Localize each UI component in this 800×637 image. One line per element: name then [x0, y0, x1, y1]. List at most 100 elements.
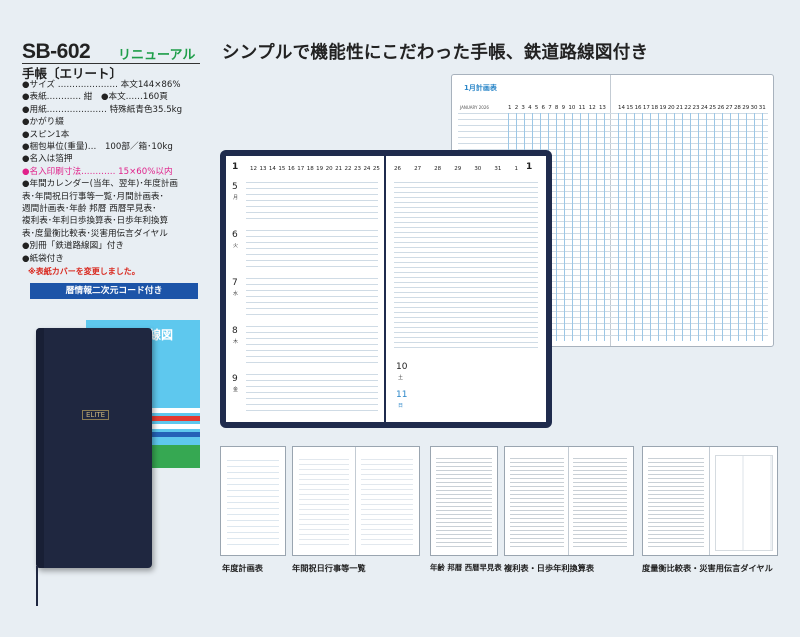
spec-contents-4: 複利表･年利日歩換算表･日歩年利換算: [22, 216, 169, 227]
weekly-left-ruled-line: [246, 392, 378, 393]
weekly-right-ruled-line: [394, 282, 538, 283]
monthly-right-date: 25: [709, 105, 717, 111]
grid-col-line: [604, 113, 605, 341]
spec-cover: ●表紙………… 紺 ●本文……160頁: [22, 92, 168, 103]
thumb-interest-table: [504, 446, 634, 556]
weekly-left-date: 25: [372, 166, 380, 172]
weekly-left-day-weekday: 火: [233, 243, 239, 249]
weekly-right-ruled-line: [394, 332, 538, 333]
weekly-right-ruled-line: [394, 227, 538, 228]
weekly-right-ruled-line: [394, 322, 538, 323]
weekly-left-date: 13: [259, 166, 267, 172]
weekly-left-date: 17: [297, 166, 305, 172]
grid-col-line: [626, 113, 627, 341]
grid-col-line: [746, 113, 747, 341]
monthly-right-date: 30: [750, 105, 758, 111]
monthly-left-date: 3: [521, 105, 525, 111]
spec-contents-1: ●年間カレンダー(当年、翌年)･年度計画: [22, 179, 179, 190]
thumb-age-table: [430, 446, 498, 556]
monthly-right-date: 26: [717, 105, 725, 111]
spec-imprint: ●名入は箔押: [22, 154, 73, 165]
weekly-right-ruled-line: [394, 187, 538, 188]
weekly-left-ruled-line: [246, 278, 378, 279]
weekly-left-ruled-line: [246, 242, 378, 243]
monthly-left-date: 2: [514, 105, 519, 111]
weekly-left-ruled-line: [246, 362, 378, 363]
weekly-left-ruled-line: [246, 194, 378, 195]
weekly-left-day-number: 6: [232, 230, 238, 240]
qr-code-badge: 暦情報二次元コード付き: [30, 283, 198, 299]
weekly-right-ruled-line: [394, 317, 538, 318]
cover-change-note: ※表紙カバーを変更しました。: [28, 267, 140, 276]
weekly-right-month-number: 1: [526, 162, 533, 172]
weekly-right-ruled-line: [394, 302, 538, 303]
weekly-right-ruled-line: [394, 182, 538, 183]
grid-col-line: [706, 113, 707, 341]
thumb-lines: [436, 455, 492, 549]
weekly-left-dates: 12 13 14 15 16 17 18 19 20 21 22 23 24 25: [250, 166, 380, 172]
grid-col-line: [580, 113, 581, 341]
weekly-right-ruled-line: [394, 307, 538, 308]
weekly-left-date: 19: [316, 166, 324, 172]
weekly-right-ruled-line: [394, 247, 538, 248]
headline: シンプルで機能性にこだわった手帳、鉄道路線図付き: [222, 43, 649, 63]
grid-col-line: [596, 113, 597, 341]
grid-col-line: [556, 113, 557, 341]
weekly-left-ruled-line: [246, 230, 378, 231]
cover-logo: ELITE: [82, 410, 110, 420]
monthly-left-date: 10: [568, 105, 576, 111]
spec-ribbon: ●スピン1本: [22, 129, 70, 140]
thumb-lines: [510, 455, 564, 549]
weekly-left-day-weekday: 月: [233, 195, 239, 201]
monthly-plan-left-dates: 1 2 3 4 5 6 7 8 9 10 11 12 13: [508, 105, 606, 111]
weekly-left-ruled-line: [246, 356, 378, 357]
weekly-left-date: 21: [335, 166, 343, 172]
grid-col-line: [738, 113, 739, 341]
weekly-right-ruled-line: [394, 237, 538, 238]
grid-col-line: [572, 113, 573, 341]
thumb-measures: [642, 446, 778, 556]
weekly-left-ruled-line: [246, 314, 378, 315]
caption-age-table: 年齢 邦暦 西暦早見表: [430, 563, 502, 572]
grid-col-line: [666, 113, 667, 341]
weekly-left-ruled-line: [246, 326, 378, 327]
monthly-right-date: 31: [758, 105, 766, 111]
grid-col-line: [754, 113, 755, 341]
spec-packing: ●梱包単位(重量)… 100部／箱･10kg: [22, 142, 173, 153]
monthly-right-date: 21: [675, 105, 683, 111]
weekly-left-ruled-line: [246, 404, 378, 405]
thumb-lines: [299, 455, 349, 549]
monthly-right-date: 22: [684, 105, 692, 111]
weekly-left-ruled-line: [246, 344, 378, 345]
thumb-gutter: [709, 447, 710, 555]
grid-col-line: [618, 113, 619, 341]
weekly-left-date: 22: [344, 166, 352, 172]
monthly-plan-title: 1月計画表: [464, 84, 497, 92]
weekly-left-day-number: 7: [232, 278, 238, 288]
weekly-left-ruled-line: [246, 398, 378, 399]
caption-holidays: 年間祝日行事等一覧: [292, 563, 366, 573]
weekly-right-ruled-line: [394, 327, 538, 328]
weekly-right-ruled-line: [394, 222, 538, 223]
monthly-right-date: 15: [626, 105, 634, 111]
weekly-left-ruled-line: [246, 302, 378, 303]
grid-col-line: [650, 113, 651, 341]
product-code: SB-602: [22, 40, 91, 63]
grid-col-line: [564, 113, 565, 341]
weekly-right-ruled-line: [394, 197, 538, 198]
monthly-left-date: 1: [508, 105, 512, 111]
monthly-left-date: 13: [598, 105, 606, 111]
grid-col-line: [658, 113, 659, 341]
weekly-right-ruled-line: [394, 292, 538, 293]
monthly-right-date: 18: [651, 105, 659, 111]
weekly-left-ruled-line: [246, 236, 378, 237]
monthly-left-date: 11: [578, 105, 586, 111]
weekly-left-ruled-line: [246, 206, 378, 207]
monthly-left-date: 4: [528, 105, 532, 111]
grid-col-line: [730, 113, 731, 341]
weekly-right-ruled-line: [394, 297, 538, 298]
grid-col-line: [682, 113, 683, 341]
weekly-left-ruled-line: [246, 380, 378, 381]
weekly-right-ruled-line: [394, 192, 538, 193]
thumb-lines: [227, 455, 279, 549]
